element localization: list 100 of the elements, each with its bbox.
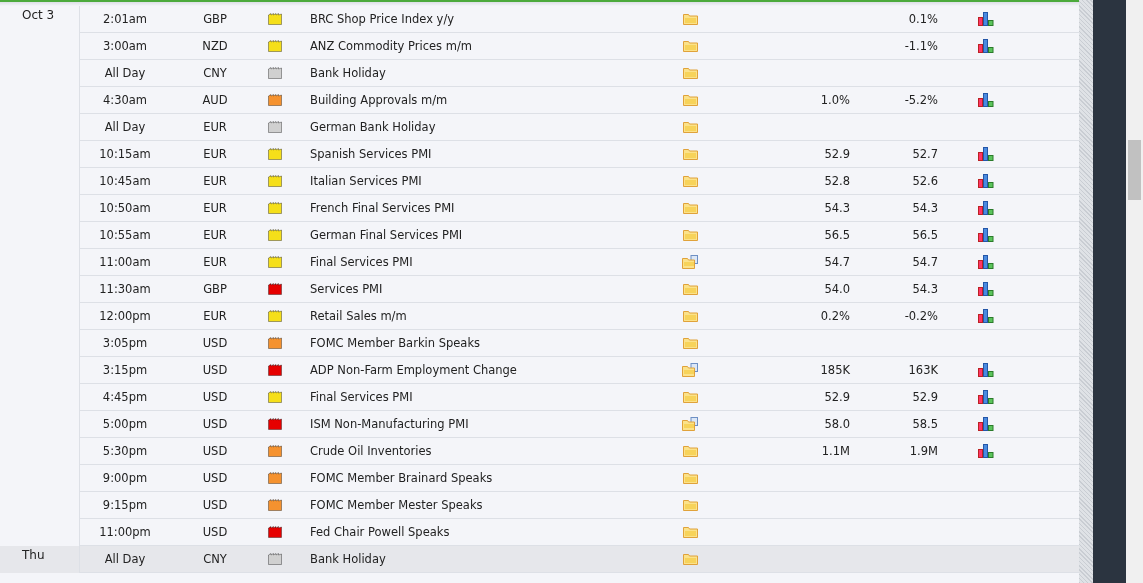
- previous-value: 0.1%: [908, 12, 938, 26]
- currency-code: CNY: [203, 552, 227, 566]
- currency-code: USD: [202, 390, 228, 404]
- event-title[interactable]: FOMC Member Brainard Speaks: [310, 471, 493, 485]
- event-title[interactable]: Retail Sales m/m: [310, 309, 407, 323]
- event-title[interactable]: Bank Holiday: [310, 552, 386, 566]
- forecast-value: 54.0: [824, 282, 850, 296]
- event-title[interactable]: ISM Non-Manufacturing PMI: [310, 417, 469, 431]
- forecast-value: 1.1M: [821, 444, 850, 458]
- event-title[interactable]: Services PMI: [310, 282, 383, 296]
- folder-icon[interactable]: [682, 13, 698, 25]
- folder-icon[interactable]: [682, 526, 698, 538]
- scrollbar-thumb[interactable]: [1128, 140, 1141, 200]
- bar-chart-icon[interactable]: [978, 147, 994, 161]
- event-title[interactable]: ANZ Commodity Prices m/m: [310, 39, 472, 53]
- currency-code: USD: [202, 471, 228, 485]
- event-title[interactable]: Final Services PMI: [310, 255, 413, 269]
- event-time: 10:45am: [99, 174, 151, 188]
- bar-chart-icon[interactable]: [978, 12, 994, 26]
- event-title[interactable]: Bank Holiday: [310, 66, 386, 80]
- previous-value: 52.6: [912, 174, 938, 188]
- folder-icon[interactable]: [682, 283, 698, 295]
- currency-code: CNY: [203, 66, 227, 80]
- event-time: 9:00pm: [102, 471, 148, 485]
- bar-chart-icon[interactable]: [978, 417, 994, 431]
- currency-code: EUR: [203, 255, 227, 269]
- event-title[interactable]: Building Approvals m/m: [310, 93, 448, 107]
- previous-value: 54.3: [912, 282, 938, 296]
- previous-value: 54.7: [912, 255, 938, 269]
- event-time: 9:15pm: [102, 498, 148, 512]
- event-title[interactable]: FOMC Member Mester Speaks: [310, 498, 483, 512]
- bar-chart-icon[interactable]: [978, 228, 994, 242]
- bar-chart-icon[interactable]: [978, 201, 994, 215]
- bar-chart-icon[interactable]: [978, 363, 994, 377]
- forecast-value: 0.2%: [820, 309, 850, 323]
- event-time: 11:00pm: [99, 525, 151, 539]
- event-time: 3:15pm: [102, 363, 148, 377]
- bar-chart-icon[interactable]: [978, 93, 994, 107]
- folder-icon[interactable]: [682, 499, 698, 511]
- folder-icon[interactable]: [682, 67, 698, 79]
- previous-value: -0.2%: [904, 309, 938, 323]
- scrollbar[interactable]: [1126, 0, 1143, 583]
- event-title[interactable]: German Bank Holiday: [310, 120, 436, 134]
- event-time: 11:00am: [99, 255, 151, 269]
- forecast-value: 1.0%: [820, 93, 850, 107]
- folder-document-icon[interactable]: [681, 255, 699, 269]
- forecast-value: 52.9: [824, 390, 850, 404]
- currency-code: EUR: [203, 228, 227, 242]
- folder-document-icon[interactable]: [681, 417, 699, 431]
- previous-value: 52.9: [912, 390, 938, 404]
- event-time: 3:00am: [102, 39, 148, 53]
- folder-document-icon[interactable]: [681, 363, 699, 377]
- event-title[interactable]: ADP Non-Farm Employment Change: [310, 363, 517, 377]
- previous-value: -1.1%: [904, 39, 938, 53]
- event-title[interactable]: BRC Shop Price Index y/y: [310, 12, 455, 26]
- bar-chart-icon[interactable]: [978, 255, 994, 269]
- folder-icon[interactable]: [682, 148, 698, 160]
- event-title[interactable]: Fed Chair Powell Speaks: [310, 525, 450, 539]
- folder-icon[interactable]: [682, 553, 698, 565]
- folder-icon[interactable]: [682, 202, 698, 214]
- bar-chart-icon[interactable]: [978, 309, 994, 323]
- forecast-value: 52.9: [824, 147, 850, 161]
- event-title[interactable]: French Final Services PMI: [310, 201, 455, 215]
- folder-icon[interactable]: [682, 94, 698, 106]
- forecast-value: 56.5: [824, 228, 850, 242]
- bar-chart-icon[interactable]: [978, 444, 994, 458]
- event-time: 4:45pm: [102, 390, 148, 404]
- folder-icon[interactable]: [682, 472, 698, 484]
- folder-icon[interactable]: [682, 337, 698, 349]
- currency-code: GBP: [203, 12, 227, 26]
- event-title[interactable]: FOMC Member Barkin Speaks: [310, 336, 481, 350]
- folder-icon[interactable]: [682, 391, 698, 403]
- bar-chart-icon[interactable]: [978, 174, 994, 188]
- folder-icon[interactable]: [682, 40, 698, 52]
- event-title[interactable]: German Final Services PMI: [310, 228, 463, 242]
- previous-value: -5.2%: [904, 93, 938, 107]
- folder-icon[interactable]: [682, 445, 698, 457]
- currency-code: USD: [202, 525, 228, 539]
- previous-value: 52.7: [912, 147, 938, 161]
- bar-chart-icon[interactable]: [978, 39, 994, 53]
- folder-icon[interactable]: [682, 121, 698, 133]
- event-time: 10:55am: [99, 228, 151, 242]
- previous-value: 163K: [908, 363, 938, 377]
- event-title[interactable]: Final Services PMI: [310, 390, 413, 404]
- currency-code: USD: [202, 417, 228, 431]
- event-title[interactable]: Italian Services PMI: [310, 174, 422, 188]
- currency-code: USD: [202, 336, 228, 350]
- previous-value: 54.3: [912, 201, 938, 215]
- currency-code: EUR: [203, 120, 227, 134]
- event-title[interactable]: Spanish Services PMI: [310, 147, 432, 161]
- event-title[interactable]: Crude Oil Inventories: [310, 444, 432, 458]
- bar-chart-icon[interactable]: [978, 282, 994, 296]
- event-time: 5:00pm: [102, 417, 148, 431]
- event-time: 11:30am: [99, 282, 151, 296]
- folder-icon[interactable]: [682, 229, 698, 241]
- bar-chart-icon[interactable]: [978, 390, 994, 404]
- folder-icon[interactable]: [682, 310, 698, 322]
- currency-code: NZD: [202, 39, 228, 53]
- folder-icon[interactable]: [682, 175, 698, 187]
- date-label: Thu: [22, 548, 45, 562]
